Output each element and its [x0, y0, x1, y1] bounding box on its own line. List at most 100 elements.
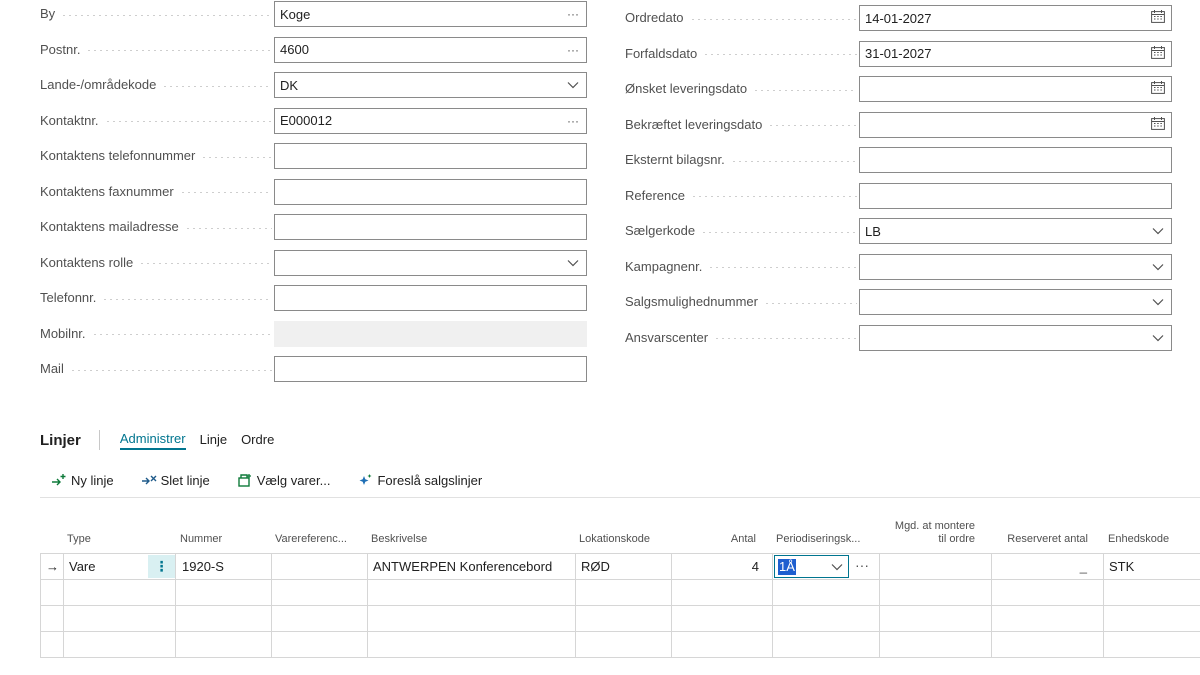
- periodisering-more-button[interactable]: ···: [855, 554, 869, 579]
- ansvarscenter-label: Ansvarscenter: [625, 324, 857, 352]
- by-input[interactable]: Koge ···: [274, 1, 587, 27]
- toolbar-divider: [40, 497, 1200, 498]
- field-row-ordredato: Ordredato 14-01-2027: [625, 4, 1173, 40]
- forfaldsdato-input[interactable]: 31-01-2027: [859, 40, 1172, 67]
- kontaktens-faxnummer-label: Kontaktens faxnummer: [40, 178, 272, 206]
- kontaktens-mailadresse-label: Kontaktens mailadresse: [40, 213, 272, 241]
- col-header-beskrivelse[interactable]: Beskrivelse: [371, 533, 427, 545]
- cell-nummer[interactable]: 1920-S: [182, 554, 224, 579]
- onsket-leveringsdato-calendar-button[interactable]: [1145, 77, 1171, 101]
- table-row-empty[interactable]: [41, 580, 1200, 606]
- periodisering-value: 1Å: [778, 558, 796, 575]
- cell-reserveret[interactable]: _: [991, 554, 1087, 579]
- tab-linje[interactable]: Linje: [200, 432, 227, 449]
- kontaktnr-more-button[interactable]: ···: [560, 109, 586, 133]
- saelgerkode-input[interactable]: LB: [859, 218, 1172, 244]
- forfaldsdato-calendar-button[interactable]: [1145, 42, 1171, 66]
- col-header-mgd-line2[interactable]: til ordre: [878, 533, 975, 545]
- postnr-more-button[interactable]: ···: [560, 38, 586, 62]
- ansvarscenter-input[interactable]: [859, 324, 1172, 351]
- new-line-button[interactable]: Ny linje: [50, 472, 114, 488]
- col-header-varereference[interactable]: Varereferenc...: [275, 533, 347, 545]
- by-more-button[interactable]: ···: [560, 2, 586, 26]
- col-header-reserveret[interactable]: Reserveret antal: [990, 533, 1088, 545]
- salgsmulighednummer-input[interactable]: [859, 289, 1172, 315]
- row-menu-button[interactable]: ⋮: [148, 555, 175, 578]
- select-items-button[interactable]: Vælg varer...: [236, 472, 330, 488]
- field-row-eksternt-bilagsnr: Eksternt bilagsnr.: [625, 146, 1173, 182]
- delete-line-label: Slet linje: [160, 472, 210, 488]
- salgsmulighednummer-dropdown-button[interactable]: [1145, 290, 1171, 314]
- new-line-label: Ny linje: [71, 472, 114, 488]
- table-row[interactable]: → Vare ⋮ 1920-S ANTWERPEN Konferencebord…: [41, 554, 1200, 580]
- saelgerkode-label: Sælgerkode: [625, 217, 857, 245]
- kontaktens-rolle-dropdown-button[interactable]: [560, 251, 586, 275]
- col-header-nummer[interactable]: Nummer: [180, 533, 222, 545]
- col-header-type[interactable]: Type: [67, 533, 91, 545]
- mail-label: Mail: [40, 355, 272, 383]
- onsket-leveringsdato-label: Ønsket leveringsdato: [625, 75, 857, 103]
- kontaktens-rolle-input[interactable]: [274, 249, 587, 276]
- ansvarscenter-dropdown-button[interactable]: [1145, 326, 1171, 350]
- calendar-icon: [1151, 10, 1165, 26]
- telefonnr-input[interactable]: [274, 285, 587, 311]
- table-row-empty[interactable]: [41, 606, 1200, 632]
- col-header-periodisering[interactable]: Periodiseringsk...: [776, 533, 860, 545]
- kampagnenr-label: Kampagnenr.: [625, 253, 857, 281]
- suggest-lines-button[interactable]: Foreslå salgslinjer: [356, 472, 482, 488]
- tab-ordre[interactable]: Ordre: [241, 432, 274, 449]
- kontaktnr-label: Kontaktnr.: [40, 107, 272, 135]
- field-row-postnr: Postnr. 4600 ···: [40, 36, 588, 72]
- calendar-icon: [1151, 116, 1165, 133]
- lande-omradekode-dropdown-button[interactable]: [560, 73, 586, 97]
- cell-type[interactable]: Vare: [69, 554, 96, 579]
- kontaktens-telefonnummer-input[interactable]: [274, 143, 587, 169]
- eksternt-bilagsnr-input[interactable]: [859, 147, 1172, 173]
- field-row-mobilnr: Mobilnr.: [40, 320, 588, 356]
- col-header-mgd-line1[interactable]: Mgd. at montere: [878, 520, 975, 532]
- bekraeftet-leveringsdato-calendar-button[interactable]: [1145, 113, 1171, 137]
- kampagnenr-input[interactable]: [859, 253, 1172, 280]
- onsket-leveringsdato-input[interactable]: [859, 76, 1172, 102]
- ordredato-calendar-button[interactable]: [1145, 6, 1171, 30]
- periodisering-dropdown[interactable]: 1Å: [774, 555, 849, 578]
- grid-body: → Vare ⋮ 1920-S ANTWERPEN Konferencebord…: [40, 553, 1200, 658]
- kontaktnr-input[interactable]: E000012 ···: [274, 107, 587, 134]
- kontaktens-faxnummer-input[interactable]: [274, 178, 587, 205]
- delete-line-button[interactable]: Slet linje: [140, 472, 210, 488]
- mail-input[interactable]: [274, 356, 587, 382]
- col-header-lokationskode[interactable]: Lokationskode: [579, 533, 650, 545]
- kontaktens-rolle-label: Kontaktens rolle: [40, 249, 272, 277]
- left-field-column: By Koge ··· Postnr. 4600 ··· Lande-/områdekode…: [40, 0, 588, 391]
- kampagnenr-dropdown-button[interactable]: [1145, 255, 1171, 279]
- col-header-antal[interactable]: Antal: [670, 533, 756, 545]
- more-options-icon: ···: [567, 42, 579, 57]
- lines-header: Linjer Administrer Linje Ordre: [40, 428, 288, 452]
- kontaktens-mailadresse-input[interactable]: [274, 214, 587, 240]
- cell-lokationskode[interactable]: RØD: [581, 554, 610, 579]
- field-row-by: By Koge ···: [40, 0, 588, 36]
- field-row-kontaktens-rolle: Kontaktens rolle: [40, 249, 588, 285]
- forfaldsdato-label: Forfaldsdato: [625, 40, 857, 68]
- field-row-salgsmulighednummer: Salgsmulighednummer: [625, 288, 1173, 324]
- current-row-arrow-icon: →: [46, 559, 59, 574]
- ordredato-input[interactable]: 14-01-2027: [859, 5, 1172, 31]
- cell-beskrivelse[interactable]: ANTWERPEN Konferencebord: [373, 554, 552, 579]
- cell-antal[interactable]: 4: [671, 554, 759, 579]
- lande-omradekode-input[interactable]: DK: [274, 72, 587, 98]
- lines-toolbar: Ny linje Slet linje Vælg varer... Foresl…: [50, 468, 508, 492]
- cell-enhedskode[interactable]: STK: [1109, 554, 1134, 579]
- more-options-icon: ···: [567, 7, 579, 21]
- tab-administrer[interactable]: Administrer: [119, 431, 186, 450]
- saelgerkode-dropdown-button[interactable]: [1145, 219, 1171, 243]
- bekraeftet-leveringsdato-input[interactable]: [859, 111, 1172, 138]
- reference-input[interactable]: [859, 182, 1172, 209]
- by-label: By: [40, 0, 272, 28]
- table-row-empty[interactable]: [41, 632, 1200, 658]
- calendar-icon: [1151, 45, 1165, 62]
- mobilnr-label: Mobilnr.: [40, 320, 272, 348]
- postnr-input[interactable]: 4600 ···: [274, 36, 587, 63]
- col-header-enhedskode[interactable]: Enhedskode: [1108, 533, 1169, 545]
- chevron-down-icon: [826, 563, 848, 571]
- postnr-label: Postnr.: [40, 36, 272, 64]
